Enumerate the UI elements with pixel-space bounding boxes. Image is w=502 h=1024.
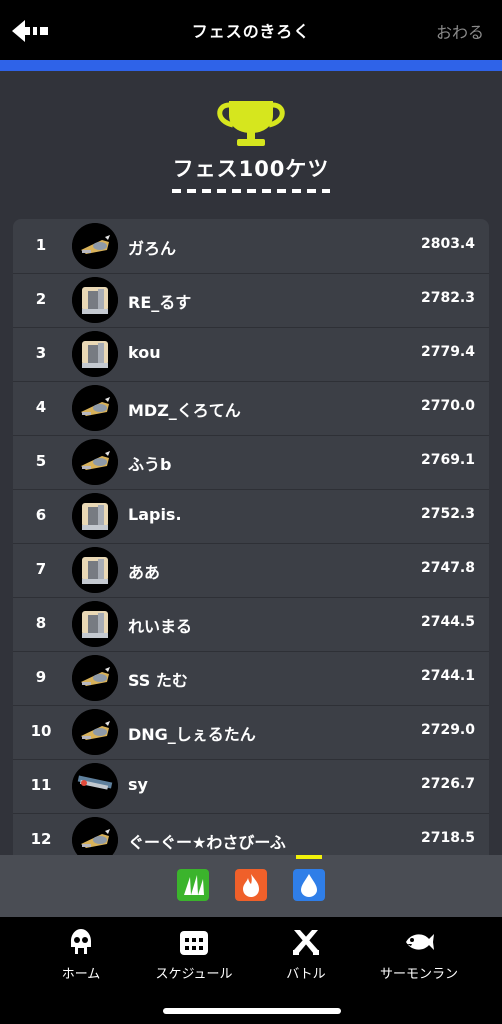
ranking-row[interactable]: 1 ガろん 2803.4 (13, 219, 489, 274)
player-name: SS たむ (128, 671, 188, 690)
splatling-icon (72, 709, 118, 755)
nav-label-schedule: スケジュール (155, 967, 233, 982)
splatling-icon (72, 385, 118, 431)
fire-icon (243, 874, 259, 897)
ranking-heading: フェス100ケツ (172, 157, 330, 181)
player-score: 2726.7 (420, 776, 475, 792)
ranking-row[interactable]: 12 ぐーぐー★わさびーふ 2718.5 (13, 813, 489, 855)
ranking-row[interactable]: 5 ふうb 2769.1 (13, 435, 489, 490)
player-score: 2729.0 (420, 722, 475, 738)
rank-number: 7 (35, 560, 47, 578)
nav-label-home: ホーム (61, 967, 101, 982)
accent-divider (0, 60, 502, 71)
heading-underline (172, 189, 330, 193)
brush-icon (72, 547, 118, 593)
rank-number: 8 (35, 614, 47, 632)
ranking-row[interactable]: 11 sy 2726.7 (13, 759, 489, 814)
player-score: 2769.1 (420, 452, 475, 468)
page-title: フェスのきろく (191, 22, 311, 41)
nav-home[interactable]: ホーム (26, 927, 136, 982)
selected-tab-indicator (296, 855, 322, 859)
splatling-icon (72, 817, 118, 855)
grass-icon (184, 875, 204, 895)
calendar-icon (180, 931, 208, 955)
player-name: DNG_しぇるたん (128, 725, 256, 744)
nav-salmon-run[interactable]: サーモンラン (364, 927, 474, 982)
rank-number: 12 (30, 830, 52, 848)
close-button[interactable]: おわる (436, 19, 484, 43)
brush-icon (72, 601, 118, 647)
brush-icon (72, 493, 118, 539)
home-indicator (163, 1008, 341, 1014)
nav-label-battle: バトル (286, 967, 326, 982)
rank-number: 11 (30, 776, 52, 794)
rank-number: 1 (35, 236, 47, 254)
rank-number: 9 (35, 668, 47, 686)
rank-number: 4 (35, 398, 47, 416)
player-name: ガろん (128, 239, 177, 258)
rank-number: 6 (35, 506, 47, 524)
brush-icon (72, 277, 118, 323)
ranking-row[interactable]: 7 ああ 2747.8 (13, 543, 489, 598)
brush-icon (72, 331, 118, 377)
splatling-icon (72, 655, 118, 701)
player-name: sy (128, 775, 148, 794)
player-score: 2770.0 (420, 398, 475, 414)
player-name: kou (128, 343, 161, 362)
nav-battle[interactable]: バトル (251, 927, 361, 982)
player-name: ぐーぐー★わさびーふ (128, 833, 286, 852)
tab-grass[interactable] (177, 869, 209, 901)
player-name: MDZ_くろてん (128, 401, 241, 420)
player-score: 2744.1 (420, 668, 475, 684)
rank-number: 3 (35, 344, 47, 362)
ranking-row[interactable]: 2 RE_るす 2782.3 (13, 273, 489, 328)
player-name: RE_るす (128, 293, 192, 312)
bottom-navigation: ホーム スケジュール バトル サーモンラン (0, 917, 502, 1024)
player-score: 2782.3 (420, 290, 475, 306)
ranking-row[interactable]: 6 Lapis. 2752.3 (13, 489, 489, 544)
player-name: れいまる (128, 617, 193, 636)
splatling-icon (72, 439, 118, 485)
player-name: ああ (128, 563, 161, 582)
ranking-list[interactable]: 1 ガろん 2803.4 2 RE_るす 2782.3 3 kou 2779.4 4 MDZ_くろて… (13, 219, 489, 855)
player-score: 2718.5 (420, 830, 475, 846)
splatling-icon (72, 223, 118, 269)
top-bar: フェスのきろく おわる (0, 0, 502, 60)
trophy-icon (217, 101, 285, 146)
tab-water[interactable] (293, 869, 325, 901)
player-name: ふうb (128, 455, 172, 474)
squid-icon (71, 929, 91, 954)
ranking-row[interactable]: 10 DNG_しぇるたん 2729.0 (13, 705, 489, 760)
charger-icon (72, 763, 118, 809)
rank-number: 5 (35, 452, 47, 470)
water-drop-icon (301, 874, 317, 897)
ranking-row[interactable]: 9 SS たむ 2744.1 (13, 651, 489, 706)
rank-number: 10 (30, 722, 52, 740)
player-name: Lapis. (128, 505, 182, 524)
player-score: 2779.4 (420, 344, 475, 360)
nav-schedule[interactable]: スケジュール (139, 927, 249, 982)
team-tab-bar (0, 855, 502, 917)
tab-fire[interactable] (235, 869, 267, 901)
section-header: フェス100ケツ (0, 71, 502, 221)
ranking-row[interactable]: 4 MDZ_くろてん 2770.0 (13, 381, 489, 436)
player-score: 2752.3 (420, 506, 475, 522)
crossed-weapons-icon (293, 930, 319, 955)
player-score: 2744.5 (420, 614, 475, 630)
player-score: 2747.8 (420, 560, 475, 576)
ranking-row[interactable]: 3 kou 2779.4 (13, 327, 489, 382)
player-score: 2803.4 (420, 236, 475, 252)
nav-label-salmon-run: サーモンラン (379, 967, 458, 982)
salmon-icon (406, 934, 434, 950)
ranking-row[interactable]: 8 れいまる 2744.5 (13, 597, 489, 652)
rank-number: 2 (35, 290, 47, 308)
